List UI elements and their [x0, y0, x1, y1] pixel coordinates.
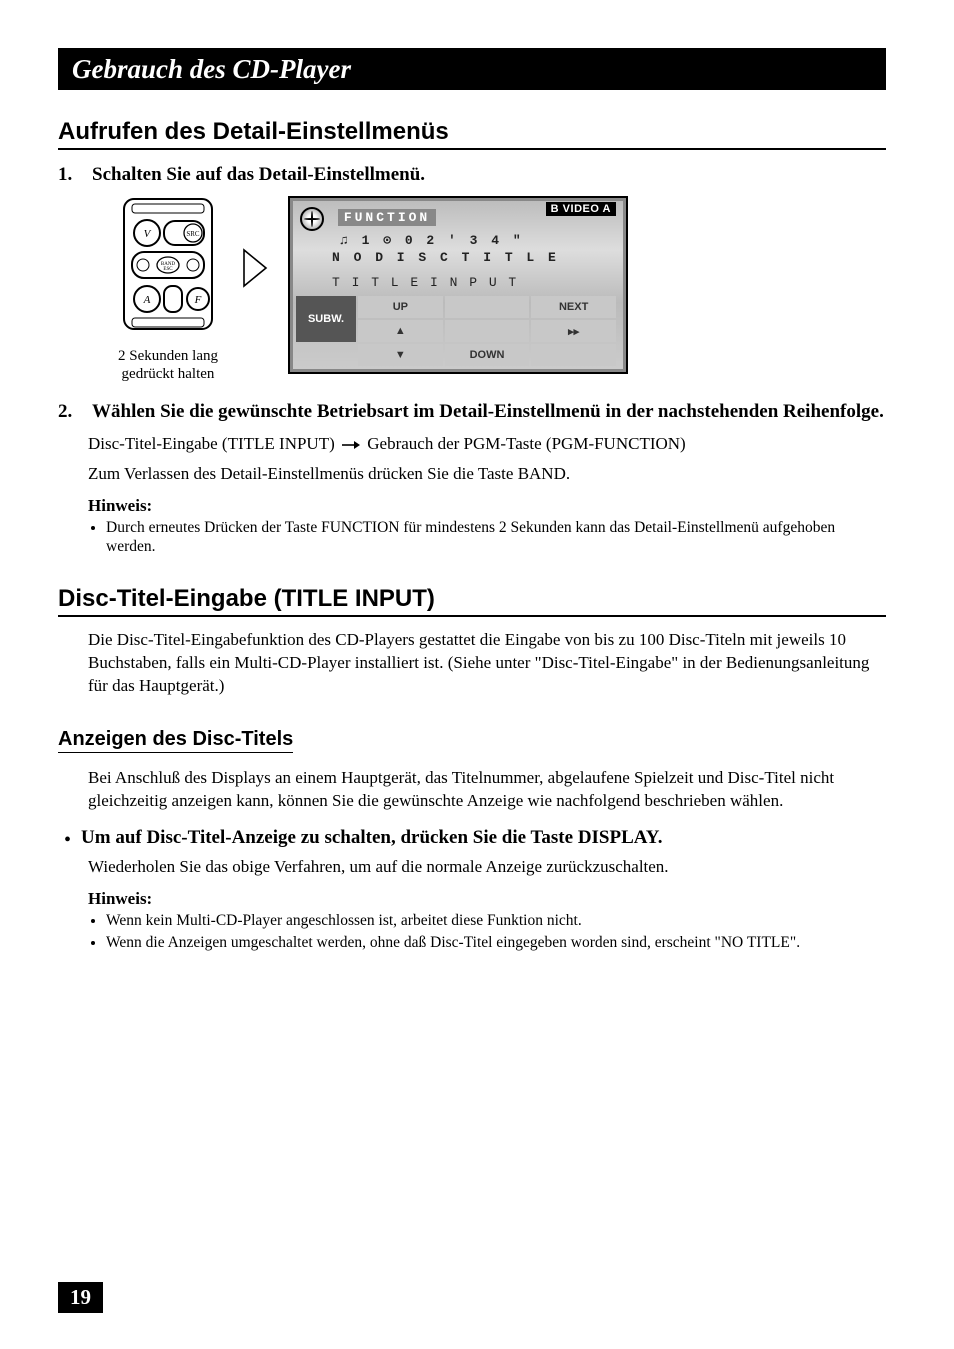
exit-instruction: Zum Verlassen des Detail-Einstellmenüs d… — [88, 463, 886, 486]
arrow-icon — [240, 196, 270, 288]
display-instruction-text: Um auf Disc-Titel-Anzeige zu schalten, d… — [81, 827, 662, 849]
display-instruction: • Um auf Disc-Titel-Anzeige zu schalten,… — [64, 827, 886, 850]
screen-badge: B VIDEO A — [546, 202, 616, 216]
globe-icon — [300, 207, 324, 231]
hinweis-list-1: Durch erneutes Drücken der Taste FUNCTIO… — [106, 518, 886, 558]
remote-control-figure: V SRC BAND ESC A F 2 Sekunden lang gedrü… — [114, 196, 222, 383]
softkey-up-arrow: ▲ — [358, 320, 443, 342]
hinweis-label-1: Hinweis: — [88, 496, 886, 516]
step-1: 1. Schalten Sie auf das Detail-Einstellm… — [58, 164, 886, 186]
screen-function-label: FUNCTION — [338, 209, 436, 226]
hinweis-item: Wenn die Anzeigen umgeschaltet werden, o… — [106, 933, 886, 953]
remote-control-icon: V SRC BAND ESC A F — [118, 196, 218, 336]
subheading-disc-title-display: Anzeigen des Disc-Titels — [58, 728, 293, 753]
title-input-body: Die Disc-Titel-Eingabefunktion des CD-Pl… — [88, 629, 886, 698]
lcd-screen-figure: B VIDEO A FUNCTION ♫ 1 ⊙ 0 2 ' 3 4 " N O… — [288, 196, 628, 374]
repeat-instruction: Wiederholen Sie das obige Verfahren, um … — [88, 856, 886, 879]
svg-text:ESC: ESC — [163, 267, 173, 272]
screen-title-input: T I T L E I N P U T — [332, 275, 616, 290]
mode-sequence: Disc-Titel-Eingabe (TITLE INPUT) Gebrauc… — [88, 433, 886, 457]
softkey-next-arrow: ▸▸ — [531, 320, 616, 342]
page-number: 19 — [58, 1282, 103, 1313]
screen-track-line: ♫ 1 ⊙ 0 2 ' 3 4 " — [340, 233, 616, 248]
step-2-text: Wählen Sie die gewünschte Betriebsart im… — [92, 401, 884, 423]
hinweis-item: Durch erneutes Drücken der Taste FUNCTIO… — [106, 518, 886, 558]
hinweis-list-2: Wenn kein Multi-CD-Player angeschlossen … — [106, 911, 886, 953]
softkey-up-label: UP — [358, 296, 443, 318]
step-2-number: 2. — [58, 401, 82, 423]
disc-title-body: Bei Anschluß des Displays an einem Haupt… — [88, 767, 886, 813]
step-2: 2. Wählen Sie die gewünschte Betriebsart… — [58, 401, 886, 423]
step-1-text: Schalten Sie auf das Detail-Einstellmenü… — [92, 164, 425, 186]
softkey-down-arrow: ▼ — [358, 344, 443, 366]
chapter-title: Gebrauch des CD-Player — [72, 54, 351, 84]
btn-f-label: F — [194, 294, 202, 306]
hinweis-label-2: Hinweis: — [88, 889, 886, 909]
section-heading-detail-menu: Aufrufen des Detail-Einstellmenüs — [58, 118, 886, 150]
step-1-number: 1. — [58, 164, 82, 186]
softkey-subw: SUBW. — [296, 296, 356, 342]
softkey-next-label: NEXT — [531, 296, 616, 318]
softkey-down-label: DOWN — [445, 344, 530, 366]
btn-a-label: A — [143, 294, 151, 306]
hinweis-item: Wenn kein Multi-CD-Player angeschlossen … — [106, 911, 886, 931]
chapter-title-bar: Gebrauch des CD-Player — [58, 48, 886, 90]
bullet-icon: • — [64, 827, 71, 850]
remote-caption: 2 Sekunden lang gedrückt halten — [114, 347, 222, 383]
arrow-right-icon — [342, 434, 360, 457]
btn-src-label: SRC — [186, 230, 200, 238]
screen-softkeys: SUBW. UP NEXT ▲ ▸▸ — [296, 296, 616, 342]
section-heading-title-input: Disc-Titel-Eingabe (TITLE INPUT) — [58, 585, 886, 617]
figure-row: V SRC BAND ESC A F 2 Sekunden lang gedrü… — [114, 196, 886, 383]
btn-v-label: V — [144, 228, 152, 240]
screen-no-disc-title: N O D I S C T I T L E — [332, 250, 616, 265]
